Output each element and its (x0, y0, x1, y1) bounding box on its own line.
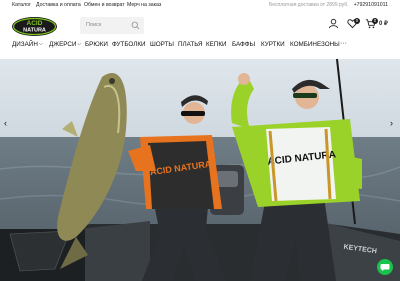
chevron-down-icon: ⌵ (77, 41, 82, 47)
logo-text-acid: ACID (27, 20, 43, 27)
nav-item-caps[interactable]: КЕПКИ (206, 41, 227, 48)
free-delivery-note: Бесплатная доставка от 2899 руб. (269, 2, 349, 8)
chat-bubble-icon (380, 264, 390, 271)
cart-total[interactable]: 0 ₽ (379, 20, 388, 27)
top-link-returns[interactable]: Обмен и возврат (84, 2, 125, 8)
nav-item-tshirts[interactable]: ФУТБОЛКИ (112, 41, 146, 48)
top-link-merch[interactable]: Мерч на заказ (127, 2, 161, 8)
hero-banner[interactable]: ACID NATURA ACID NATURA KEYTECH (0, 59, 400, 281)
acid-natura-logo[interactable]: ACID NATURA (11, 16, 58, 37)
chat-button[interactable] (377, 259, 393, 275)
nav-item-jerseys-label: ДЖЕРСИ (49, 41, 77, 48)
slider-prev-arrow[interactable]: ‹ (4, 118, 7, 128)
cart-count-badge: 0 (372, 18, 378, 24)
search-icon[interactable] (131, 21, 140, 30)
nav-item-shorts[interactable]: ШОРТЫ (150, 41, 174, 48)
phone-link[interactable]: +79291091011 (354, 2, 388, 8)
top-bar: Каталог Доставка и оплата Обмен и возвра… (0, 0, 400, 11)
nav-item-dresses[interactable]: ПЛАТЬЯ (178, 41, 203, 48)
search-input[interactable]: Поиск (86, 22, 101, 28)
top-link-delivery[interactable]: Доставка и оплата (36, 2, 81, 8)
logo-text-natura: NATURA (23, 28, 46, 34)
favorites-count-badge: 0 (354, 18, 360, 24)
slider-next-arrow[interactable]: › (390, 118, 393, 128)
chevron-down-icon: ⌵ (38, 41, 43, 47)
nav-item-overalls[interactable]: КОМБИНЕЗОНЫ (290, 41, 340, 48)
main-nav: ДИЗАЙН⌵ ДЖЕРСИ⌵ БРЮКИ ФУТБОЛКИ ШОРТЫ ПЛА… (0, 40, 400, 52)
user-icon[interactable] (328, 18, 339, 29)
nav-item-jerseys[interactable]: ДЖЕРСИ⌵ (49, 41, 81, 48)
nav-item-buffs[interactable]: БАФФЫ (232, 41, 255, 48)
hero-image: ACID NATURA ACID NATURA KEYTECH (0, 59, 400, 281)
nav-item-pants[interactable]: БРЮКИ (85, 41, 108, 48)
nav-item-design-label: ДИЗАЙН (12, 41, 38, 48)
top-link-catalog[interactable]: Каталог (12, 2, 31, 8)
nav-item-jackets[interactable]: КУРТКИ (261, 41, 285, 48)
nav-item-design[interactable]: ДИЗАЙН⌵ (12, 41, 43, 48)
nav-more-button[interactable]: ··· (340, 40, 347, 47)
search-box[interactable]: Поиск (80, 17, 144, 34)
